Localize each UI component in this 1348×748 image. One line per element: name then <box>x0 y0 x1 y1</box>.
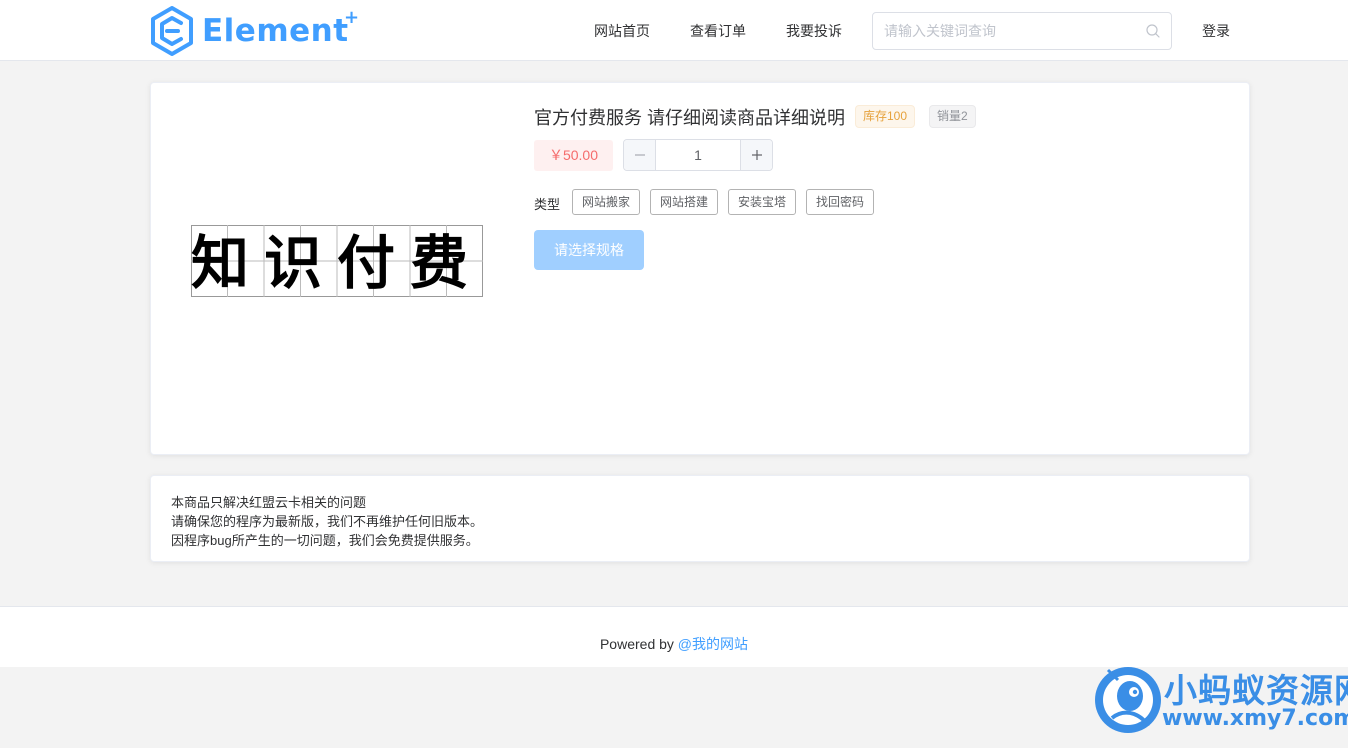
search-icon[interactable] <box>1146 24 1160 38</box>
quantity-stepper: 1 <box>623 139 773 171</box>
nav-orders[interactable]: 查看订单 <box>690 21 746 41</box>
search-input[interactable] <box>873 13 1133 49</box>
plus-icon <box>751 150 762 160</box>
quantity-input[interactable]: 1 <box>656 140 740 170</box>
watermark-url: www.xmy7.com <box>1162 706 1348 731</box>
increase-button[interactable] <box>740 140 772 170</box>
powered-by-label: Powered by <box>599 636 678 652</box>
description-card: 本商品只解决红盟云卡相关的问题 请确保您的程序为最新版，我们不再维护任何旧版本。… <box>150 475 1250 562</box>
description-line: 请确保您的程序为最新版，我们不再维护任何旧版本。 <box>171 514 484 529</box>
type-option-password[interactable]: 找回密码 <box>806 189 875 215</box>
search-box <box>872 12 1172 50</box>
login-link[interactable]: 登录 <box>1202 21 1230 41</box>
watermark-title: 小蚂蚁资源网 <box>1164 671 1348 710</box>
stock-badge: 库存100 <box>855 105 916 128</box>
footer: Powered by @我的网站 <box>0 606 1348 667</box>
sales-badge: 销量2 <box>929 105 976 128</box>
type-option-baota[interactable]: 安装宝塔 <box>728 189 797 215</box>
product-card: 知识付费 官方付费服务 请仔细阅读商品详细说明 库存100 销量2 ￥50.00… <box>150 82 1250 455</box>
watermark: 小蚂蚁资源网 www.xmy7.com <box>1094 662 1348 748</box>
decrease-button[interactable] <box>624 140 656 170</box>
type-option-migration[interactable]: 网站搬家 <box>572 189 641 215</box>
product-title: 官方付费服务 请仔细阅读商品详细说明 <box>534 108 845 128</box>
select-spec-button[interactable]: 请选择规格 <box>534 230 644 270</box>
type-label: 类型 <box>534 197 561 212</box>
price-label: ￥50.00 <box>534 140 613 171</box>
product-image: 知识付费 <box>191 225 483 297</box>
footer-text: Powered by @我的网站 <box>0 634 1348 654</box>
ant-mascot-icon <box>1095 667 1161 733</box>
nav-complaint[interactable]: 我要投诉 <box>786 21 842 41</box>
logo[interactable]: Element + <box>150 6 360 56</box>
site-link[interactable]: @我的网站 <box>678 636 748 652</box>
element-logo-icon <box>151 6 193 56</box>
minus-icon <box>634 154 645 156</box>
description-line: 本商品只解决红盟云卡相关的问题 <box>171 495 367 510</box>
logo-plus: + <box>343 7 360 28</box>
description-line: 因程序bug所产生的一切问题，我们会免费提供服务。 <box>171 533 479 548</box>
logo-text: Element + <box>202 7 360 49</box>
header: Element+ 网站首页 查看订单 我要投诉 登录 <box>0 0 1348 61</box>
product-image-text: 知识付费 <box>191 229 483 297</box>
nav-home[interactable]: 网站首页 <box>594 21 650 41</box>
type-option-build[interactable]: 网站搭建 <box>650 189 719 215</box>
